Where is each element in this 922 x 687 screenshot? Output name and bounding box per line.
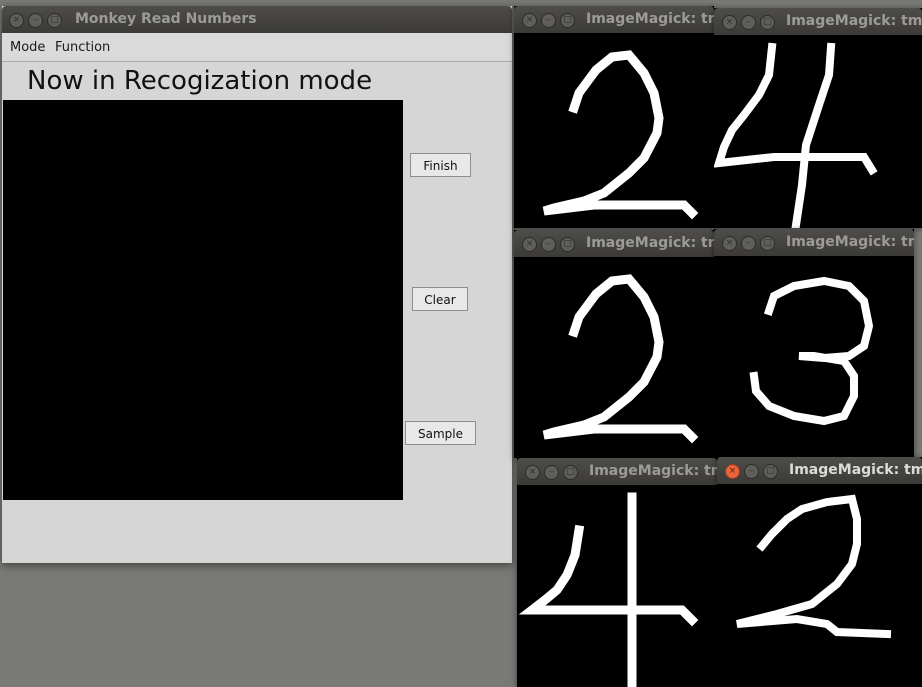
digit-image [514,257,714,458]
menu-mode[interactable]: Mode [10,40,45,55]
menubar: Mode Function [2,33,512,62]
maximize-icon[interactable]: □ [47,13,62,28]
digit-image [714,35,922,228]
clear-button[interactable]: Clear [412,287,468,311]
close-icon[interactable]: × [722,15,737,30]
imagemagick-window-5[interactable]: × – □ ImageMagick: tm [517,458,717,687]
finish-button[interactable]: Finish [410,153,471,177]
maximize-icon[interactable]: □ [563,465,578,480]
digit-2-image [542,50,699,220]
close-icon[interactable]: × [722,236,737,251]
digit-3-image [749,276,874,426]
im-titlebar[interactable]: × – □ ImageMagick: tm [517,458,717,485]
sample-button[interactable]: Sample [405,421,476,445]
im-titlebar[interactable]: × – □ ImageMagick: tm [514,230,714,257]
close-icon[interactable]: × [525,465,540,480]
im-titlebar[interactable]: × – □ ImageMagick: tm [714,229,914,256]
imagemagick-window-2[interactable]: × – □ ImageMagick: tm [714,8,922,228]
maximize-icon[interactable]: □ [760,236,775,251]
drawing-canvas[interactable] [3,100,403,500]
digit-2-image [736,494,892,639]
digit-4-image [518,492,699,687]
main-titlebar[interactable]: × – □ Monkey Read Numbers [2,6,512,33]
close-icon[interactable]: × [522,237,537,252]
imagemagick-window-1[interactable]: × – □ ImageMagick: tm [514,6,714,228]
im-title: ImageMagick: tm [789,462,922,478]
digit-image [514,33,714,228]
im-title: ImageMagick: tm [786,234,914,250]
close-icon[interactable]: × [522,13,537,28]
digit-2-image [542,274,699,444]
minimize-icon[interactable]: – [28,13,43,28]
minimize-icon[interactable]: – [544,465,559,480]
minimize-icon[interactable]: – [741,236,756,251]
maximize-icon[interactable]: □ [560,13,575,28]
im-title: ImageMagick: tm [589,463,717,479]
digit-image [717,484,922,687]
digit-image [517,485,717,687]
maximize-icon[interactable]: □ [560,237,575,252]
im-titlebar[interactable]: × – □ ImageMagick: tm [717,457,922,484]
mode-heading: Now in Recogization mode [27,66,373,96]
window-title: Monkey Read Numbers [75,11,257,27]
im-title: ImageMagick: tm [586,11,714,27]
digit-image [714,256,914,458]
close-icon[interactable]: × [9,13,24,28]
im-titlebar[interactable]: × – □ ImageMagick: tm [514,6,714,33]
imagemagick-window-6[interactable]: × – □ ImageMagick: tm [717,457,922,687]
main-window: × – □ Monkey Read Numbers Mode Function … [2,6,512,563]
digit-4-image [714,42,878,228]
minimize-icon[interactable]: – [541,13,556,28]
close-icon[interactable]: × [725,464,740,479]
minimize-icon[interactable]: – [741,15,756,30]
maximize-icon[interactable]: □ [763,464,778,479]
im-title: ImageMagick: tm [586,235,714,251]
maximize-icon[interactable]: □ [760,15,775,30]
imagemagick-window-4[interactable]: × – □ ImageMagick: tm [714,229,914,458]
im-titlebar[interactable]: × – □ ImageMagick: tm [714,8,922,35]
minimize-icon[interactable]: – [744,464,759,479]
menu-function[interactable]: Function [55,40,110,55]
imagemagick-window-3[interactable]: × – □ ImageMagick: tm [514,230,714,458]
minimize-icon[interactable]: – [541,237,556,252]
im-title: ImageMagick: tm [786,13,922,29]
